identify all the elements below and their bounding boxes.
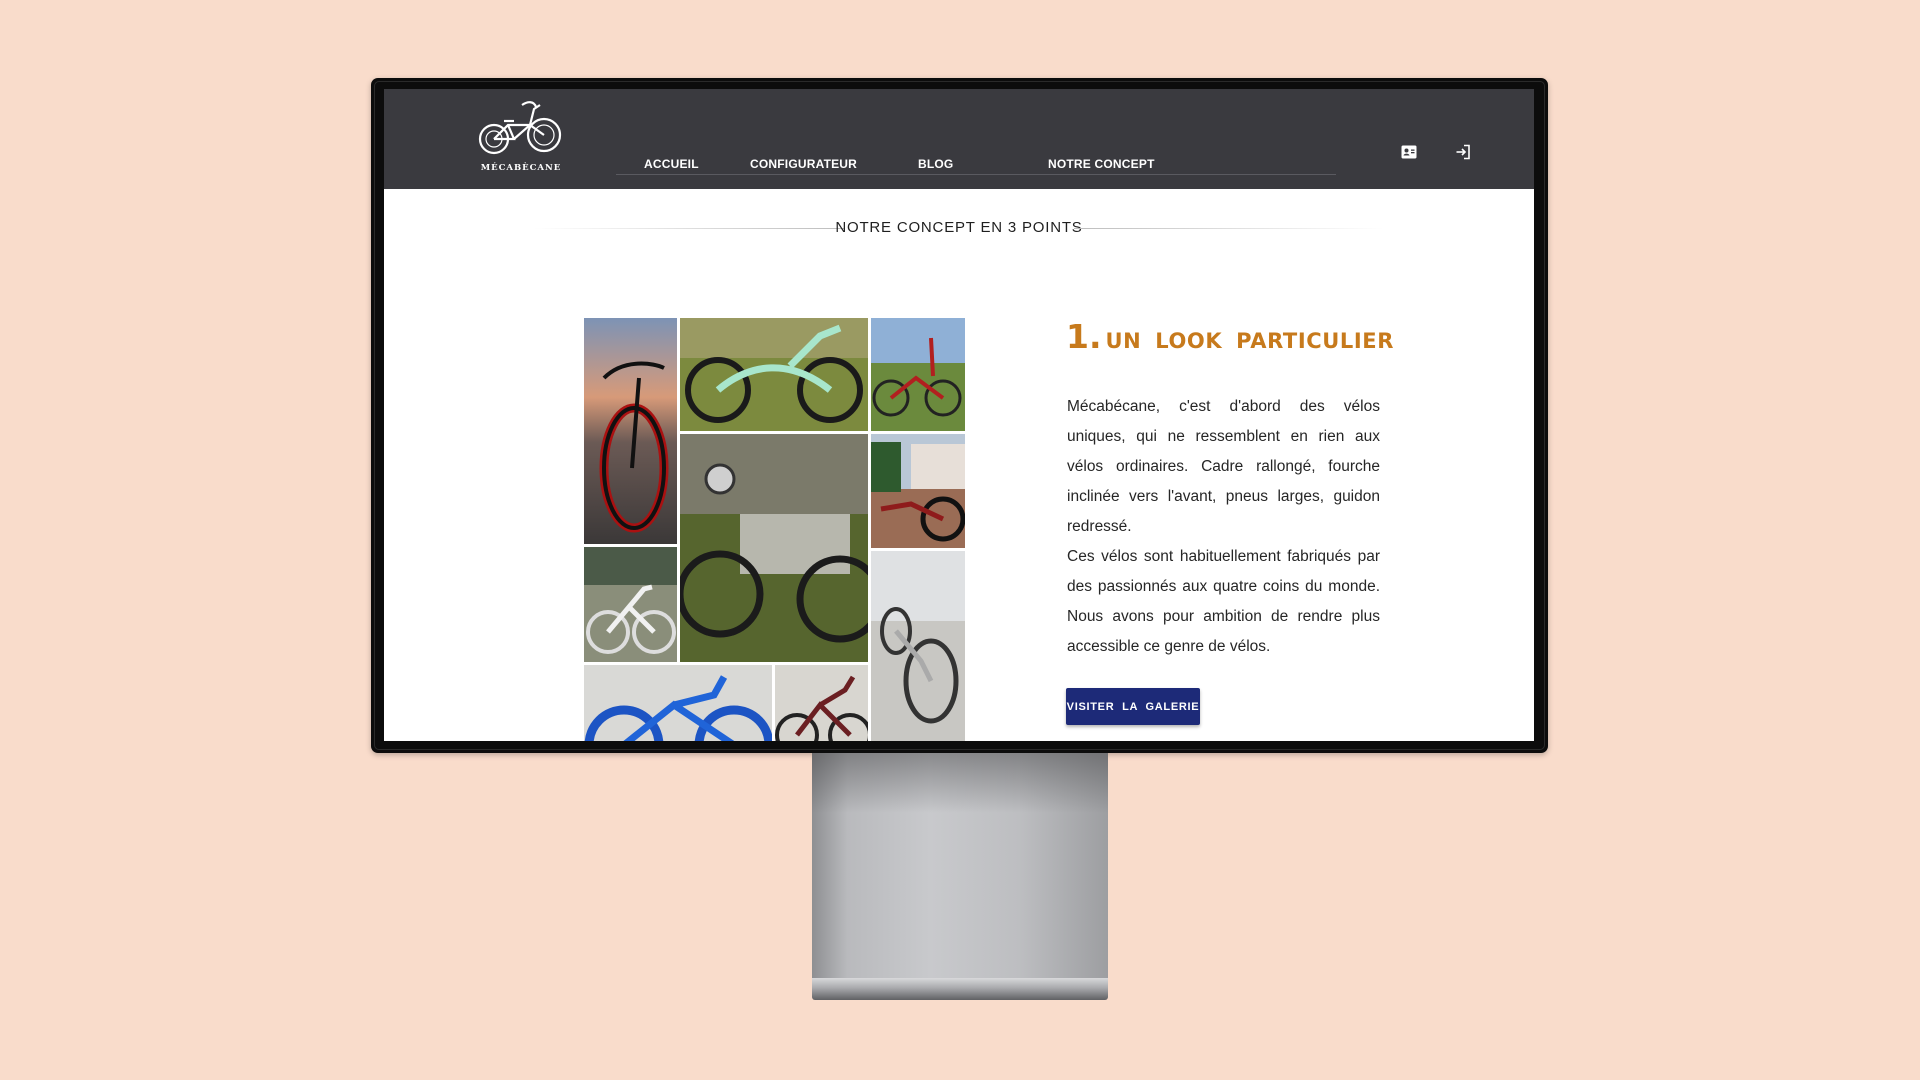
bike-photo [584,547,677,662]
site-header: MÉCABÈCANE ACCUEIL CONFIGURATEUR BLOG NO… [384,89,1534,189]
heading-divider-right [1074,228,1384,229]
login-icon[interactable] [1454,143,1472,161]
bicycle-logo-icon [478,101,562,155]
nav-item-notre-concept[interactable]: NOTRE CONCEPT [1048,157,1155,171]
nav-item-accueil[interactable]: ACCUEIL [644,157,699,171]
nav-item-blog[interactable]: BLOG [918,157,953,171]
bike-photo [584,665,772,741]
bike-photo [680,434,868,662]
visit-gallery-button[interactable]: VISITER LA GALERIE [1066,688,1200,725]
website-screen: MÉCABÈCANE ACCUEIL CONFIGURATEUR BLOG NO… [384,89,1534,741]
nav-item-configurateur[interactable]: CONFIGURATEUR [750,157,857,171]
monitor-stand [812,753,1108,978]
logo-wordmark: MÉCABÈCANE [480,163,562,173]
bike-photo [680,318,868,431]
monitor-frame: MÉCABÈCANE ACCUEIL CONFIGURATEUR BLOG NO… [371,78,1548,753]
brand-logo[interactable]: MÉCABÈCANE [478,97,564,173]
point-heading: 1. UN LOOK PARTICULIER [1066,317,1394,356]
point-paragraph-1: Mécabécane, c'est d'abord des vélos uniq… [1067,398,1380,535]
bike-photo [775,665,868,741]
profile-card-icon[interactable] [1400,143,1418,161]
section-heading: NOTRE CONCEPT EN 3 POINTS [534,218,1384,238]
bike-photo [871,318,965,431]
point-paragraph-2: Ces vélos sont habituellement fabriqués … [1067,548,1380,655]
main-nav: ACCUEIL CONFIGURATEUR BLOG NOTRE CONCEPT [616,149,1336,175]
bike-photo [584,318,677,544]
bike-photo-collage [584,318,965,741]
bike-photo [871,551,965,741]
bike-photo [871,434,965,548]
point-number: 1. [1066,317,1102,356]
point-title: UN LOOK PARTICULIER [1105,329,1395,353]
monitor-stand-foot [812,978,1108,1000]
